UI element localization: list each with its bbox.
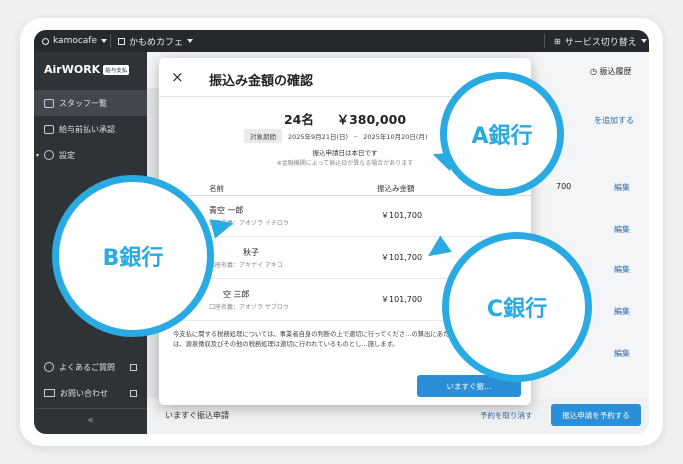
id-card-icon — [44, 98, 54, 108]
chevron-down-icon: ▾ — [36, 151, 40, 159]
chevron-down-icon — [640, 39, 647, 43]
sidebar-item-staff[interactable]: スタッフ一覧 — [34, 90, 147, 116]
edit-link[interactable]: 編集 — [614, 182, 630, 193]
sidebar-item-label: スタッフ一覧 — [59, 98, 107, 108]
top-bar: kamocafe かもめカフェ ⊞ サービス切り替え — [34, 30, 649, 52]
bank-c-callout: C銀行 — [442, 232, 592, 382]
column-header-name: 名前 — [209, 184, 224, 193]
tax-notice: 今支払に関する税務処理については、事業者自身の判断の上で適切に行ってくださ…の算… — [173, 331, 462, 348]
user-icon — [42, 37, 49, 45]
question-icon — [44, 362, 54, 372]
app-logo[interactable]: AirWORK 給与支払 — [44, 63, 130, 76]
bottom-bar-label: いますぐ振込申請 — [165, 411, 229, 420]
store-name: かもめカフェ — [129, 37, 184, 48]
mail-icon — [44, 389, 55, 397]
total-amount: ￥380,000 — [336, 112, 407, 127]
transfer-amount: ￥101,700 — [381, 253, 423, 262]
logo-text: AirWORK — [44, 63, 101, 76]
sidebar-item-settings[interactable]: ▾ 設定 — [34, 142, 147, 168]
bank-a-callout: A銀行 — [440, 72, 564, 196]
collapse-sidebar-button[interactable]: « — [34, 408, 147, 434]
document-icon — [44, 124, 54, 134]
transfer-amount: ￥101,700 — [381, 211, 423, 220]
period-label: 対象期間 — [244, 129, 282, 143]
close-icon[interactable]: × — [171, 68, 184, 86]
staff-name: 秋子 — [243, 248, 259, 257]
sidebar-item-label: よくあるご質問 — [59, 362, 115, 372]
cancel-reservation-link[interactable]: 予約を取り消す — [480, 410, 533, 421]
account-name: kamocafe — [53, 36, 98, 46]
staff-name: 空 三郎 — [223, 290, 250, 299]
external-link-icon — [130, 363, 137, 371]
period-separator: – — [354, 132, 358, 140]
account-holder: 口座名義：アキナイ アキコ — [209, 262, 283, 269]
target-period: 対象期間 2025年9月21日(日) – 2025年10月20日(月) — [244, 129, 427, 143]
edit-link[interactable]: 編集 — [614, 306, 630, 317]
external-link-icon — [130, 389, 137, 397]
sidebar-item-faq[interactable]: よくあるご質問 — [34, 354, 147, 380]
gear-icon — [44, 150, 55, 160]
edit-link[interactable]: 編集 — [614, 264, 630, 275]
sidebar-item-label: お問い合わせ — [60, 388, 108, 398]
account-holder: 口座名義：アオゾラ サブロウ — [209, 304, 289, 311]
column-header-amount: 振込み金額 — [377, 184, 415, 193]
add-staff-link[interactable]: を追加する — [594, 115, 634, 126]
service-switch-menu[interactable]: ⊞ サービス切り替え — [554, 30, 647, 52]
period-start: 2025年9月21日(日) — [288, 133, 349, 141]
sidebar-item-label: 設定 — [59, 150, 76, 160]
grid-icon: ⊞ — [554, 36, 561, 46]
transfer-amount: ￥101,700 — [381, 295, 423, 304]
reserve-transfer-button[interactable]: 振込申請を予約する — [551, 404, 641, 426]
chevron-down-icon — [101, 39, 108, 43]
sidebar-item-label: 給与前払い承認 — [59, 124, 115, 134]
edit-link[interactable]: 編集 — [614, 224, 630, 235]
period-end: 2025年10月20日(月) — [363, 133, 428, 141]
logo-badge: 給与支払 — [103, 64, 130, 75]
account-menu[interactable]: kamocafe — [42, 30, 108, 52]
app-screen: kamocafe かもめカフェ ⊞ サービス切り替え AirWORK 給与支払 … — [34, 30, 649, 434]
history-link-label: 振込履歴 — [599, 67, 632, 76]
topbar-divider — [544, 34, 545, 48]
history-link[interactable]: ◷ 振込履歴 — [590, 66, 632, 77]
clock-icon: ◷ — [590, 67, 597, 76]
store-icon — [118, 37, 125, 45]
store-menu[interactable]: かもめカフェ — [118, 30, 194, 52]
sidebar-item-advance-approval[interactable]: 給与前払い承認 — [34, 116, 147, 142]
partial-amount: 700 — [556, 182, 572, 191]
sidebar-item-contact[interactable]: お問い合わせ — [34, 380, 147, 406]
bank-b-callout: B銀行 — [52, 175, 214, 337]
service-switch-label: サービス切り替え — [564, 37, 637, 48]
topbar-divider — [110, 34, 111, 48]
dialog-title: 振込み金額の確認 — [209, 74, 314, 89]
chevron-down-icon — [187, 39, 194, 43]
edit-link[interactable]: 編集 — [614, 348, 630, 359]
staff-count: 24名 — [283, 112, 314, 127]
